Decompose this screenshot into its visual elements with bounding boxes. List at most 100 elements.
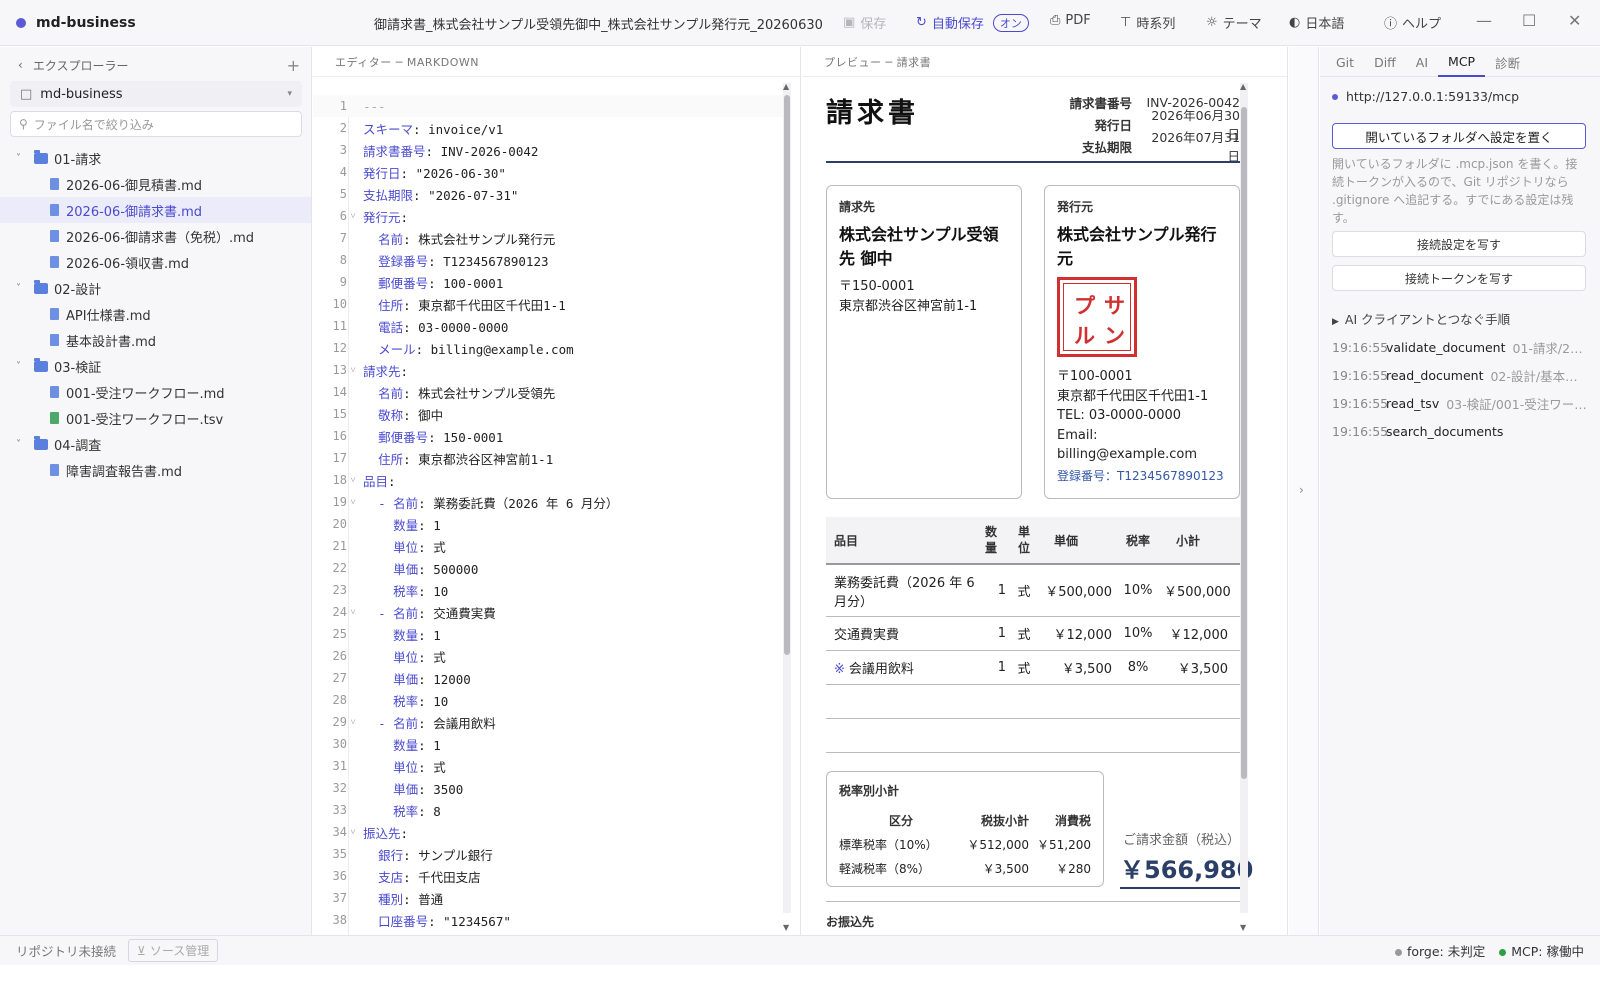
code-line[interactable]: 23 税率: 10 xyxy=(313,579,783,601)
fold-chevron-icon[interactable]: ˅ xyxy=(348,365,358,376)
scroll-up-icon[interactable]: ▲ xyxy=(1240,82,1246,91)
code-line[interactable]: 28 税率: 10 xyxy=(313,689,783,711)
copy-config-button[interactable]: 接続設定を写す xyxy=(1332,231,1586,257)
fold-chevron-icon[interactable]: ˅ xyxy=(348,211,358,222)
add-file-icon[interactable]: + xyxy=(287,56,300,75)
code-line[interactable]: 30 数量: 1 xyxy=(313,733,783,755)
code-line[interactable]: 3 請求書番号: INV-2026-0042 xyxy=(313,139,783,161)
fold-chevron-icon[interactable]: ˅ xyxy=(348,607,358,618)
help-button[interactable]: ⓘ ヘルプ xyxy=(1384,13,1441,32)
code-line[interactable]: 5 支払期限: "2026-07-31" xyxy=(313,183,783,205)
invoice-title: 請求書 xyxy=(826,98,919,129)
language-button[interactable]: ◐ 日本語 xyxy=(1289,13,1344,32)
tab-2[interactable]: AI xyxy=(1406,47,1438,77)
code-line[interactable]: 14 名前: 株式会社サンプル受領先 xyxy=(313,381,783,403)
maximize-icon[interactable]: ☐ xyxy=(1522,11,1536,30)
file-item[interactable]: 2026-06-御請求書.md xyxy=(0,197,311,223)
theme-button[interactable]: ☼ テーマ xyxy=(1206,13,1262,32)
code-line[interactable]: 7 名前: 株式会社サンプル発行元 xyxy=(313,227,783,249)
pdf-button[interactable]: ⎙ PDF xyxy=(1050,13,1091,28)
connection-steps-toggle[interactable]: ▶ AI クライアントとつなぐ手順 xyxy=(1332,309,1510,328)
code-line[interactable]: 9 郵便番号: 100-0001 xyxy=(313,271,783,293)
code-line[interactable]: 11 電話: 03-0000-0000 xyxy=(313,315,783,337)
code-line[interactable]: 12 メール: billing@example.com xyxy=(313,337,783,359)
tab-4[interactable]: 診断 xyxy=(1485,47,1530,77)
file-item[interactable]: 001-受注ワークフロー.tsv xyxy=(0,405,311,431)
editor-scroll-thumb[interactable] xyxy=(784,95,790,655)
code-line[interactable]: 10 住所: 東京都千代田区千代田1-1 xyxy=(313,293,783,315)
folder-item[interactable]: ˅ 03-検証 xyxy=(0,353,311,379)
code-line[interactable]: 34 ˅ 振込先: xyxy=(313,821,783,843)
collapse-icon[interactable]: ‹ xyxy=(18,58,23,72)
save-button[interactable]: ▣ 保存 xyxy=(843,13,886,32)
code-line[interactable]: 8 登録番号: T1234567890123 xyxy=(313,249,783,271)
code-line[interactable]: 31 単位: 式 xyxy=(313,755,783,777)
code-line[interactable]: 1 --- xyxy=(313,95,783,117)
timeline-button[interactable]: ⊤ 時系列 xyxy=(1120,13,1175,32)
code-line[interactable]: 36 支店: 千代田支店 xyxy=(313,865,783,887)
fold-chevron-icon[interactable]: ˅ xyxy=(348,475,358,486)
workspace-select[interactable]: □ md-business ▾ xyxy=(10,81,302,107)
code-line[interactable]: 37 種別: 普通 xyxy=(313,887,783,909)
fold-chevron-icon[interactable]: ˅ xyxy=(348,497,358,508)
file-filter-input[interactable]: ⚲ ファイル名で絞り込み xyxy=(10,111,302,137)
code-line[interactable]: 4 発行日: "2026-06-30" xyxy=(313,161,783,183)
folder-item[interactable]: ˅ 01-請求 xyxy=(0,145,311,171)
fold-chevron-icon[interactable]: ˅ xyxy=(348,827,358,838)
close-icon[interactable]: ✕ xyxy=(1568,11,1581,30)
code-line[interactable]: 15 敬称: 御中 xyxy=(313,403,783,425)
folder-item[interactable]: ˅ 02-設計 xyxy=(0,275,311,301)
scroll-up-icon[interactable]: ▲ xyxy=(783,82,789,91)
log-item[interactable]: 19:16:55 search_documents xyxy=(1332,417,1590,445)
tab-3[interactable]: MCP xyxy=(1438,47,1486,77)
code-line[interactable]: 19 ˅ - 名前: 業務委託費（2026 年 6 月分） xyxy=(313,491,783,513)
code-line[interactable]: 33 税率: 8 xyxy=(313,799,783,821)
code-line[interactable]: 29 ˅ - 名前: 会議用飲料 xyxy=(313,711,783,733)
code-lines[interactable]: 1 --- 2 スキーマ: invoice/v1 3 請求書番号: INV-2026-00… xyxy=(313,95,783,931)
code-line[interactable]: 18 ˅ 品目: xyxy=(313,469,783,491)
code-line[interactable]: 22 単価: 500000 xyxy=(313,557,783,579)
file-item[interactable]: 障害調査報告書.md xyxy=(0,457,311,483)
copy-token-button[interactable]: 接続トークンを写す xyxy=(1332,265,1586,291)
fold-chevron-icon[interactable]: ˅ xyxy=(348,717,358,728)
yaml-colon: : xyxy=(400,209,409,225)
scroll-down-icon[interactable]: ▼ xyxy=(1240,923,1246,932)
file-item[interactable]: API仕様書.md xyxy=(0,301,311,327)
code-line[interactable]: 16 郵便番号: 150-0001 xyxy=(313,425,783,447)
log-item[interactable]: 19:16:55read_document 02-設計/基本設計書.md xyxy=(1332,361,1590,389)
code-line[interactable]: 24 ˅ - 名前: 交通費実費 xyxy=(313,601,783,623)
tab-0[interactable]: Git xyxy=(1320,47,1364,77)
editor-scrollbar[interactable] xyxy=(783,83,791,913)
chevron-right-icon[interactable]: › xyxy=(1299,483,1304,497)
place-config-button[interactable]: 開いているフォルダへ設定を置く xyxy=(1332,123,1586,149)
folder-item[interactable]: ˅ 04-調査 xyxy=(0,431,311,457)
code-line[interactable]: 25 数量: 1 xyxy=(313,623,783,645)
file-item[interactable]: 基本設計書.md xyxy=(0,327,311,353)
file-item[interactable]: 2026-06-御請求書（免税）.md xyxy=(0,223,311,249)
preview-scrollbar[interactable] xyxy=(1240,83,1248,913)
preview-scroll-thumb[interactable] xyxy=(1241,107,1247,779)
code-line[interactable]: 17 住所: 東京都渋谷区神宮前1-1 xyxy=(313,447,783,469)
code-line[interactable]: 38 口座番号: "1234567" xyxy=(313,909,783,931)
code-line[interactable]: 32 単価: 3500 xyxy=(313,777,783,799)
source-control-button[interactable]: ⊻ ソース管理 xyxy=(128,939,219,962)
scroll-down-icon[interactable]: ▼ xyxy=(783,923,789,932)
code-line[interactable]: 35 銀行: サンプル銀行 xyxy=(313,843,783,865)
tab-1[interactable]: Diff xyxy=(1364,47,1406,77)
minimize-icon[interactable]: — xyxy=(1476,11,1492,30)
code-line[interactable]: 13 ˅ 請求先: xyxy=(313,359,783,381)
autosave-toggle[interactable]: ↻ 自動保存 オン xyxy=(916,13,1029,32)
log-item[interactable]: 19:16:55read_tsv 03-検証/001-受注ワークフロー.tsv xyxy=(1332,389,1590,417)
log-item[interactable]: 19:16:55validate_document 01-請求/2026-06-御… xyxy=(1332,333,1590,361)
code-text: - 名前: 会議用飲料 xyxy=(358,713,496,732)
code-line[interactable]: 27 単価: 12000 xyxy=(313,667,783,689)
code-line[interactable]: 6 ˅ 発行元: xyxy=(313,205,783,227)
code-line[interactable]: 26 単位: 式 xyxy=(313,645,783,667)
code-line[interactable]: 20 数量: 1 xyxy=(313,513,783,535)
code-line[interactable]: 21 単位: 式 xyxy=(313,535,783,557)
code-line[interactable]: 2 スキーマ: invoice/v1 xyxy=(313,117,783,139)
file-item[interactable]: 001-受注ワークフロー.md xyxy=(0,379,311,405)
file-item[interactable]: 2026-06-御見積書.md xyxy=(0,171,311,197)
file-item[interactable]: 2026-06-領収書.md xyxy=(0,249,311,275)
item-qty-cell: 1 xyxy=(997,583,1006,598)
